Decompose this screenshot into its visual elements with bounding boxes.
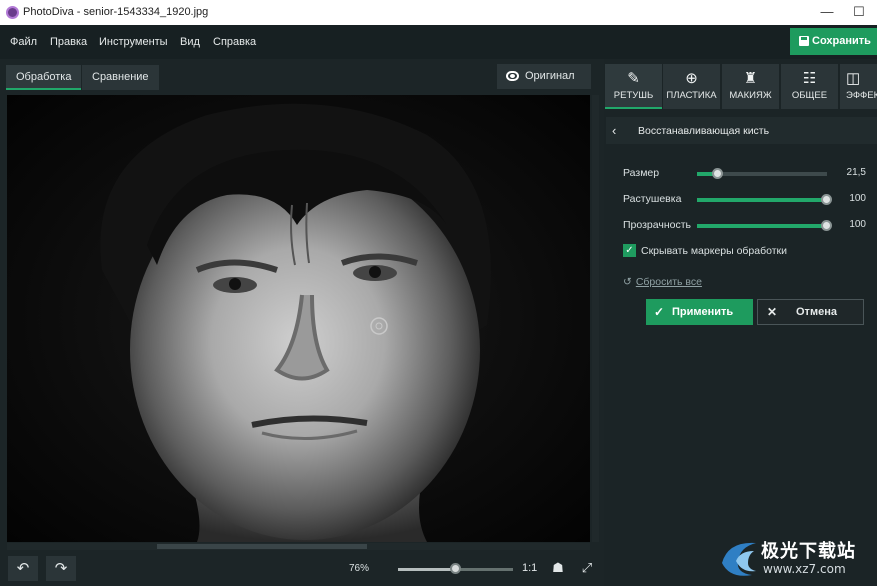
redo-button[interactable]: ↷ xyxy=(46,556,76,581)
watermark-text: 极光下载站 xyxy=(761,541,856,562)
opacity-label: Прозрачность xyxy=(623,219,692,231)
size-value: 21,5 xyxy=(846,167,866,178)
effects-icon: ◫ xyxy=(846,70,861,87)
tab-effects[interactable]: ◫ ЭФФЕКТЫ xyxy=(840,64,877,109)
tab-compare[interactable]: Сравнение xyxy=(82,65,159,90)
zoom-slider-fill xyxy=(398,568,456,571)
original-button[interactable]: Оригинал xyxy=(497,64,591,89)
zoom-slider-thumb[interactable] xyxy=(449,563,461,574)
feather-slider-thumb[interactable] xyxy=(821,194,832,205)
sliders-icon: ☷ xyxy=(802,70,817,87)
vertical-scrollbar[interactable] xyxy=(592,95,599,542)
makeup-icon: ♜ xyxy=(743,70,758,87)
feather-label: Растушевка xyxy=(623,193,682,205)
horizontal-scroll-thumb[interactable] xyxy=(157,544,367,549)
app-logo-icon xyxy=(6,6,19,19)
tab-general-label: ОБЩЕЕ xyxy=(791,90,828,101)
watermark-url: www.xz7.com xyxy=(763,562,846,576)
maximize-button[interactable]: ☐ xyxy=(844,2,874,22)
tab-general[interactable]: ☷ ОБЩЕЕ xyxy=(781,64,838,109)
title-bar: PhotoDiva - senior-1543334_1920.jpg — ☐ xyxy=(0,0,877,25)
hide-markers-checkbox[interactable]: ✓ xyxy=(623,244,636,257)
opacity-slider-thumb[interactable] xyxy=(821,220,832,231)
photo-canvas[interactable] xyxy=(7,95,590,542)
liquify-icon: ⊕ xyxy=(685,70,698,87)
undo-icon: ↶ xyxy=(16,560,30,577)
minimize-button[interactable]: — xyxy=(812,2,842,22)
portrait-photo xyxy=(7,95,590,542)
retouch-brush-icon: ✎ xyxy=(627,70,640,87)
opacity-slider-fill xyxy=(697,224,827,228)
fullscreen-icon[interactable]: ⤢ xyxy=(580,561,594,575)
fit-person-icon[interactable]: ☗ xyxy=(551,561,565,575)
tab-makeup[interactable]: ♜ МАКИЯЖ xyxy=(722,64,779,109)
menu-edit[interactable]: Правка xyxy=(50,36,87,48)
redo-icon: ↷ xyxy=(54,560,68,577)
tab-makeup-label: МАКИЯЖ xyxy=(729,90,772,101)
window-title: PhotoDiva - senior-1543334_1920.jpg xyxy=(23,6,209,18)
menu-help[interactable]: Справка xyxy=(213,36,256,48)
tab-liquify[interactable]: ⊕ ПЛАСТИКА xyxy=(663,64,720,109)
apply-button[interactable]: ✓ Применить xyxy=(646,299,753,325)
menu-tools[interactable]: Инструменты xyxy=(99,36,168,48)
floppy-disk-icon xyxy=(799,36,809,46)
menu-view[interactable]: Вид xyxy=(180,36,200,48)
tab-effects-label: ЭФФЕКТЫ xyxy=(846,90,877,101)
zoom-level: 76% xyxy=(349,563,370,574)
tab-liquify-label: ПЛАСТИКА xyxy=(666,90,717,101)
opacity-value: 100 xyxy=(849,219,866,230)
tab-retouch-label: РЕТУШЬ xyxy=(613,90,654,101)
tab-processing[interactable]: Обработка xyxy=(6,65,82,90)
close-icon: ✕ xyxy=(767,305,778,319)
back-chevron-icon[interactable]: ‹ xyxy=(612,123,616,138)
feather-value: 100 xyxy=(849,193,866,204)
hide-markers-label: Скрывать маркеры обработки xyxy=(641,245,788,257)
reset-all-link[interactable]: ↺ Сбросить все xyxy=(623,276,702,288)
size-slider[interactable] xyxy=(697,168,827,179)
cancel-button[interactable]: ✕ Отмена xyxy=(757,299,864,325)
menu-bar: Файл Правка Инструменты Вид Справка xyxy=(0,25,877,59)
reset-all-label: Сбросить все xyxy=(635,276,702,288)
size-label: Размер xyxy=(623,167,660,179)
actual-size-button[interactable]: 1:1 xyxy=(522,562,537,574)
menu-file[interactable]: Файл xyxy=(10,36,37,48)
tab-retouch[interactable]: ✎ РЕТУШЬ xyxy=(605,64,662,109)
undo-button[interactable]: ↶ xyxy=(8,556,38,581)
feather-slider[interactable] xyxy=(697,194,832,205)
save-button[interactable]: Сохранить xyxy=(790,28,877,55)
opacity-slider[interactable] xyxy=(697,220,832,231)
eye-icon xyxy=(506,71,519,81)
cancel-button-label: Отмена xyxy=(796,306,837,318)
check-icon: ✓ xyxy=(654,305,665,319)
reset-icon: ↺ xyxy=(623,276,632,288)
horizontal-scrollbar[interactable] xyxy=(7,543,590,550)
size-slider-thumb[interactable] xyxy=(711,168,723,179)
apply-button-label: Применить xyxy=(672,306,734,318)
zoom-slider[interactable] xyxy=(398,563,513,574)
feather-slider-fill xyxy=(697,198,827,202)
panel-title: Восстанавливающая кисть xyxy=(638,125,770,137)
original-button-label: Оригинал xyxy=(525,70,575,82)
save-button-label: Сохранить xyxy=(812,35,871,47)
